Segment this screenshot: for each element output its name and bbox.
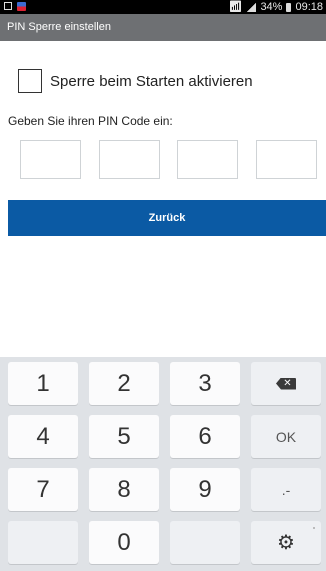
backspace-key[interactable]: ✕ <box>251 362 321 405</box>
dot-icon <box>313 527 315 529</box>
battery-icon <box>286 2 292 12</box>
status-bar: 📶︎ 34% 09:18 <box>0 0 326 14</box>
pin-digit-1[interactable] <box>20 140 81 179</box>
backspace-icon: ✕ <box>276 377 296 390</box>
lock-on-start-checkbox[interactable] <box>18 69 42 93</box>
gear-icon: ⚙︎ <box>277 532 295 554</box>
wifi-icon: 📶︎ <box>228 1 243 13</box>
key-6[interactable]: 6 <box>170 415 240 458</box>
key-4[interactable]: 4 <box>8 415 78 458</box>
battery-percent: 34% <box>260 1 283 13</box>
numeric-keyboard: 1 2 3 ✕ 4 5 6 OK 7 8 9 .- 0 ⚙︎ <box>0 357 326 571</box>
dot-dash-key[interactable]: .- <box>251 468 321 511</box>
page-title: PIN Sperre einstellen <box>7 21 111 33</box>
status-right: 📶︎ 34% 09:18 <box>228 0 323 14</box>
key-5[interactable]: 5 <box>89 415 159 458</box>
key-8[interactable]: 8 <box>89 468 159 511</box>
screen-icon <box>4 2 12 10</box>
key-0[interactable]: 0 <box>89 521 159 564</box>
lock-on-start-label: Sperre beim Starten aktivieren <box>50 72 253 90</box>
settings-key[interactable]: ⚙︎ <box>251 521 321 564</box>
key-3[interactable]: 3 <box>170 362 240 405</box>
blank-key-left <box>8 521 78 564</box>
pin-digit-3[interactable] <box>177 140 238 179</box>
key-9[interactable]: 9 <box>170 468 240 511</box>
status-time: 09:18 <box>295 1 323 13</box>
flag-icon <box>17 2 26 11</box>
blank-key-right <box>170 521 240 564</box>
signal-icon <box>246 2 257 12</box>
key-2[interactable]: 2 <box>89 362 159 405</box>
key-7[interactable]: 7 <box>8 468 78 511</box>
pin-digit-4[interactable] <box>256 140 317 179</box>
title-bar: PIN Sperre einstellen <box>0 14 326 41</box>
ok-key[interactable]: OK <box>251 415 321 458</box>
lock-on-start-row[interactable]: Sperre beim Starten aktivieren <box>18 69 253 93</box>
pin-prompt: Geben Sie ihren PIN Code ein: <box>8 114 173 128</box>
key-1[interactable]: 1 <box>8 362 78 405</box>
notification-icons <box>4 2 26 11</box>
pin-digit-2[interactable] <box>99 140 160 179</box>
back-button[interactable]: Zurück <box>8 200 326 236</box>
